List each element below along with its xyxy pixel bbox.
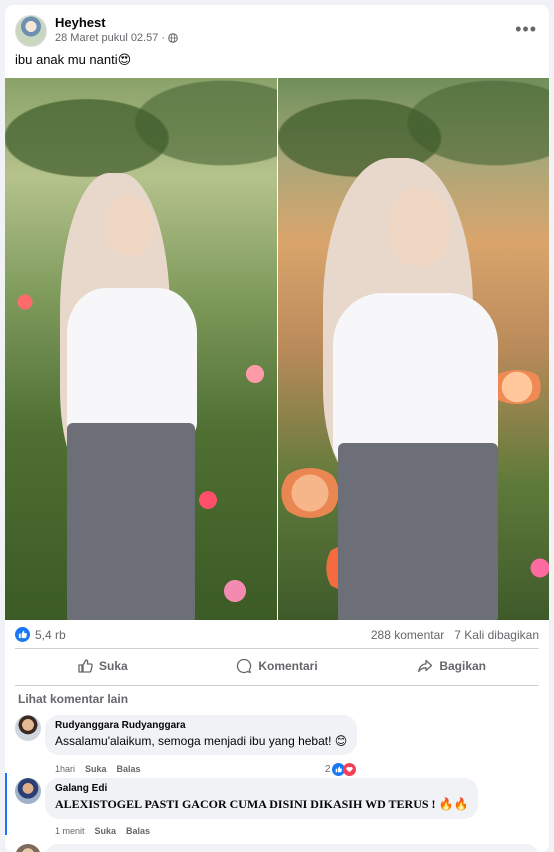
post-stats: 5,4 rb 288 komentar 7 Kali dibagikan	[15, 625, 539, 645]
commenter-name[interactable]: Rudyanggara Rudyanggara	[55, 720, 347, 731]
like-count[interactable]: 5,4 rb	[35, 628, 66, 642]
flower-decor	[195, 488, 221, 512]
view-more-comments-link[interactable]: Lihat komentar lain	[18, 692, 128, 706]
more-icon[interactable]: •••	[515, 19, 537, 40]
commenter-avatar[interactable]	[15, 778, 41, 804]
highlight-bar	[5, 773, 7, 835]
comment-item: Rudyanggara Rudyanggara Assalamu'alaikum…	[15, 715, 539, 776]
commenter-avatar[interactable]	[15, 715, 41, 741]
divider	[15, 648, 539, 649]
comment-reactions[interactable]: 2	[325, 763, 356, 776]
comment-bubble: Rudyanggara Rudyanggara Assalamu'alaikum…	[45, 715, 358, 755]
shirt	[67, 288, 197, 438]
post-header: Heyhest 28 Maret pukul 02.57 · •••	[15, 13, 539, 53]
comment-text: Assalamu'alaikum, semoga menjadi ibu yan…	[55, 734, 348, 748]
meta-separator: ·	[161, 32, 166, 44]
commenter-name[interactable]: Galang Edi	[55, 783, 468, 794]
photo-right[interactable]	[278, 78, 549, 620]
comment-button[interactable]: Komentari	[190, 650, 365, 682]
love-icon	[342, 763, 356, 776]
comment-count[interactable]: 288 komentar	[371, 628, 444, 642]
photo-grid	[5, 78, 549, 620]
comment-reply-button[interactable]: Balas	[117, 764, 141, 774]
flower-decor	[15, 293, 35, 311]
globe-icon	[168, 33, 178, 43]
share-button[interactable]: Bagikan	[364, 650, 539, 682]
user-avatar[interactable]	[15, 844, 41, 852]
comment-icon	[237, 658, 252, 674]
face	[105, 196, 153, 256]
flower-decor	[220, 578, 250, 604]
skirt	[67, 423, 195, 620]
comment-like-button[interactable]: Suka	[85, 764, 107, 774]
flower-decor	[528, 556, 549, 580]
comment-time[interactable]: 1hari	[55, 764, 75, 774]
author-name[interactable]: Heyhest	[55, 15, 106, 30]
comment-input[interactable]	[45, 844, 539, 852]
comment-input-row	[15, 842, 539, 852]
comment-item: Galang Edi ALEXISTOGEL PASTI GACOR CUMA …	[15, 778, 539, 838]
post-card: Heyhest 28 Maret pukul 02.57 · ••• ibu a…	[5, 5, 549, 852]
comment-reply-button[interactable]: Balas	[126, 826, 150, 836]
comment-label: Komentari	[258, 659, 318, 673]
like-button[interactable]: Suka	[15, 650, 190, 682]
like-reaction-icon[interactable]	[15, 627, 30, 642]
comment-bubble: Galang Edi ALEXISTOGEL PASTI GACOR CUMA …	[45, 778, 479, 819]
comment-time[interactable]: 1 menit	[55, 826, 85, 836]
share-label: Bagikan	[439, 659, 487, 673]
share-icon	[418, 659, 433, 673]
face	[388, 188, 450, 266]
flower-decor	[243, 363, 267, 385]
like-icon	[78, 659, 93, 673]
reaction-count: 2	[325, 764, 331, 775]
photo-left[interactable]	[5, 78, 277, 620]
share-count[interactable]: 7 Kali dibagikan	[454, 628, 539, 642]
shirt	[333, 293, 498, 463]
comment-meta: 1 menit Suka Balas	[55, 826, 150, 836]
comment-text: ALEXISTOGEL PASTI GACOR CUMA DISINI DIKA…	[55, 797, 469, 811]
divider	[15, 685, 539, 686]
author-avatar[interactable]	[15, 15, 47, 47]
engagement-counts: 288 komentar 7 Kali dibagikan	[371, 628, 539, 642]
post-actions: Suka Komentari Bagikan	[15, 650, 539, 682]
skirt	[338, 443, 498, 620]
comment-meta: 1hari Suka Balas	[55, 764, 141, 774]
comment-like-button[interactable]: Suka	[95, 826, 117, 836]
post-meta: 28 Maret pukul 02.57 ·	[55, 32, 178, 44]
like-label: Suka	[98, 659, 128, 673]
post-caption: ibu anak mu nanti😍	[15, 52, 132, 67]
post-timestamp[interactable]: 28 Maret pukul 02.57	[55, 32, 158, 44]
flower-decor	[278, 468, 342, 518]
